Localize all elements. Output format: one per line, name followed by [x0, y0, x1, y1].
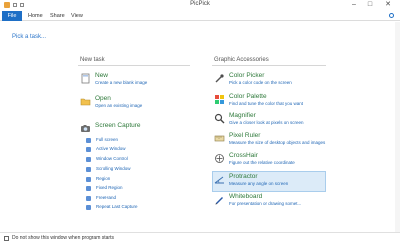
capture-option-label: Scrolling Window	[96, 166, 131, 171]
accessories-title: Graphic Accessories	[214, 57, 269, 63]
capture-option-label: Fixed Region	[96, 185, 123, 190]
vertical-scrollbar[interactable]	[395, 22, 400, 232]
color-picker-label: Color Picker	[229, 72, 265, 79]
new-task-open[interactable]: Open Open an existing image	[80, 95, 190, 113]
help-icon[interactable]	[389, 13, 394, 18]
magnifier-label: Magnifier	[229, 112, 256, 119]
capture-option-label: Active Window	[96, 146, 126, 151]
new-task-divider	[78, 65, 190, 66]
status-bar: Do not show this window when program sta…	[0, 232, 400, 242]
accessory-color-palette[interactable]: Color Palette Find and tune the color th…	[214, 93, 326, 111]
color-picker-desc: Pick a color code on the screen	[229, 80, 292, 85]
protractor-icon	[214, 176, 224, 184]
capture-repeat-last[interactable]: Repeat Last Capture	[86, 204, 166, 211]
camera-icon	[81, 125, 90, 132]
full-screen-icon	[86, 138, 91, 143]
fixed-region-icon	[86, 186, 91, 191]
accessory-magnifier[interactable]: Magnifier Give a closer look at pixels o…	[214, 112, 326, 130]
title-bar: PicPick – □ ✕	[0, 0, 400, 10]
new-task-new[interactable]: New Create a new blank image	[80, 72, 190, 90]
whiteboard-desc: For presentation or drawing somet...	[229, 201, 302, 206]
startup-checkbox-label: Do not show this window when program sta…	[12, 235, 114, 241]
maximize-button[interactable]: □	[364, 0, 376, 10]
accessory-crosshair[interactable]: CrossHair Figure out the relative coordi…	[214, 152, 326, 170]
crosshair-icon	[215, 154, 224, 163]
magnifier-desc: Give a closer look at pixels on screen	[229, 120, 304, 125]
accessory-protractor[interactable]: Protractor Measure any angle on screen	[214, 173, 326, 191]
whiteboard-icon	[215, 197, 223, 205]
accessories-divider	[212, 65, 326, 66]
capture-full-screen[interactable]: Full screen	[86, 137, 166, 144]
capture-option-label: FreeHand	[96, 195, 117, 200]
tab-file[interactable]: File	[2, 11, 22, 21]
pixel-ruler-label: Pixel Ruler	[229, 132, 261, 139]
new-task-title: New task	[80, 57, 105, 63]
tab-view[interactable]: View	[71, 11, 83, 21]
minimize-button[interactable]: –	[348, 0, 360, 10]
capture-scrolling-window[interactable]: Scrolling Window	[86, 166, 166, 173]
new-image-icon	[81, 73, 90, 84]
freehand-icon	[86, 196, 91, 201]
startup-checkbox[interactable]	[4, 236, 9, 241]
capture-option-label: Region	[96, 176, 111, 181]
open-folder-icon	[80, 98, 91, 106]
new-label: New	[95, 72, 109, 79]
protractor-label: Protractor	[229, 173, 258, 180]
ribbon-tabs: File Home Share View	[0, 11, 400, 21]
accessory-whiteboard[interactable]: Whiteboard For presentation or drawing s…	[214, 193, 326, 211]
crosshair-desc: Figure out the relative coordinate	[229, 160, 295, 165]
pixel-ruler-desc: Measure the size of desktop objects and …	[229, 140, 326, 145]
open-desc: Open an existing image	[95, 103, 143, 108]
capture-region[interactable]: Region	[86, 176, 166, 183]
open-label: Open	[95, 95, 111, 102]
window-title: PicPick	[190, 1, 210, 7]
capture-active-window[interactable]: Active Window	[86, 146, 166, 153]
accessory-pixel-ruler[interactable]: Pixel Ruler Measure the size of desktop …	[214, 132, 326, 150]
protractor-desc: Measure any angle on screen	[229, 181, 289, 186]
color-picker-icon	[215, 74, 224, 83]
color-palette-desc: Find and tune the color that you want	[229, 101, 304, 106]
new-desc: Create a new blank image	[95, 80, 148, 85]
accessory-color-picker[interactable]: Color Picker Pick a color code on the sc…	[214, 72, 326, 90]
capture-option-label: Full screen	[96, 137, 119, 142]
capture-window-control[interactable]: Window Control	[86, 156, 166, 163]
active-window-icon	[86, 147, 91, 152]
whiteboard-label: Whiteboard	[229, 193, 263, 200]
pick-task-heading: Pick a task...	[12, 34, 47, 40]
capture-option-label: Window Control	[96, 156, 128, 161]
close-button[interactable]: ✕	[382, 0, 394, 10]
region-icon	[86, 177, 91, 182]
scrolling-window-icon	[86, 167, 91, 172]
tab-share[interactable]: Share	[50, 11, 65, 21]
ruler-icon	[214, 135, 225, 142]
repeat-icon	[86, 205, 91, 210]
tab-home[interactable]: Home	[28, 11, 43, 21]
color-palette-label: Color Palette	[229, 93, 267, 100]
capture-freehand[interactable]: FreeHand	[86, 195, 166, 202]
color-palette-icon	[215, 95, 224, 104]
screen-capture-label: Screen Capture	[95, 122, 141, 129]
capture-option-label: Repeat Last Capture	[96, 204, 138, 209]
magnifier-icon	[214, 113, 225, 124]
crosshair-label: CrossHair	[229, 152, 258, 159]
capture-fixed-region[interactable]: Fixed Region	[86, 185, 166, 192]
window-control-icon	[86, 157, 91, 162]
